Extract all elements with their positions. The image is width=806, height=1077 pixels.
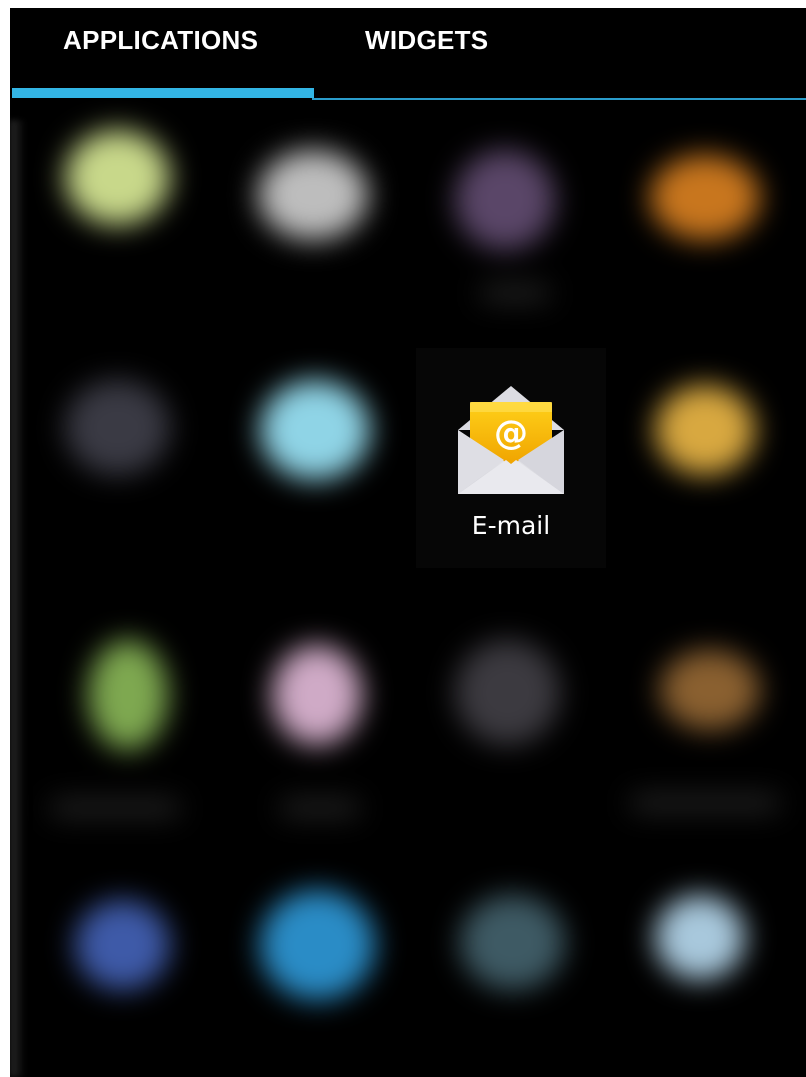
blurred-app-4-icon[interactable] (650, 155, 760, 240)
email-envelope-icon: @ (458, 386, 564, 494)
blurred-app-icons (10, 120, 806, 1077)
blurred-app-2-icon[interactable] (258, 150, 368, 240)
blurred-app-label (50, 800, 180, 816)
tab-selected-indicator (12, 88, 314, 98)
email-at-glyph: @ (494, 413, 528, 453)
blurred-app-label (630, 795, 780, 811)
edge-shadow (10, 120, 26, 1077)
blurred-app-3-icon[interactable] (455, 150, 555, 250)
blurred-app-11-icon[interactable] (455, 640, 560, 745)
blurred-app-15-icon[interactable] (460, 895, 565, 990)
blurred-app-label (480, 285, 550, 301)
blurred-app-16-icon[interactable] (655, 895, 745, 980)
email-app-label: E-mail (471, 511, 551, 540)
tab-applications[interactable]: APPLICATIONS (63, 22, 258, 82)
blurred-app-8-icon[interactable] (655, 385, 755, 475)
blurred-app-10-icon[interactable] (272, 645, 362, 745)
tab-bar: APPLICATIONS WIDGETS (10, 8, 806, 120)
blurred-app-5-icon[interactable] (65, 380, 170, 475)
email-app-item[interactable]: @ E-mail (416, 348, 606, 568)
blurred-app-12-icon[interactable] (660, 650, 760, 730)
blurred-app-14-icon[interactable] (260, 890, 375, 1000)
blurred-app-13-icon[interactable] (75, 900, 170, 990)
tab-widgets[interactable]: WIDGETS (365, 22, 488, 82)
blurred-app-label (280, 800, 360, 816)
blurred-app-1-icon[interactable] (65, 130, 170, 225)
app-grid[interactable]: @ E-mail (10, 120, 806, 1077)
tab-bar-underline (312, 98, 806, 100)
blurred-app-9-icon[interactable] (88, 640, 168, 750)
app-drawer-screen: APPLICATIONS WIDGETS @ E-mail (10, 8, 806, 1077)
blurred-app-6-icon[interactable] (260, 380, 370, 480)
